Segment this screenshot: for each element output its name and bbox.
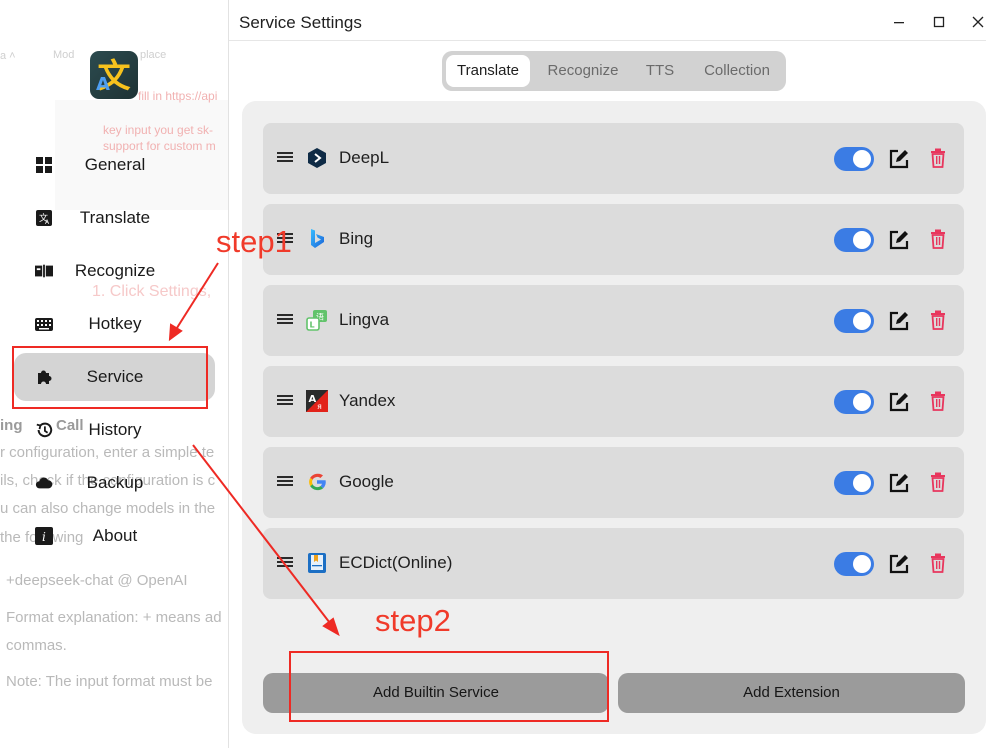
annotation-arrows bbox=[168, 262, 340, 637]
screenshot-stage: { "background_doc": { "frag_top": "Mod",… bbox=[0, 0, 986, 748]
step1-arrow bbox=[168, 262, 219, 342]
step2-arrow bbox=[192, 444, 340, 637]
